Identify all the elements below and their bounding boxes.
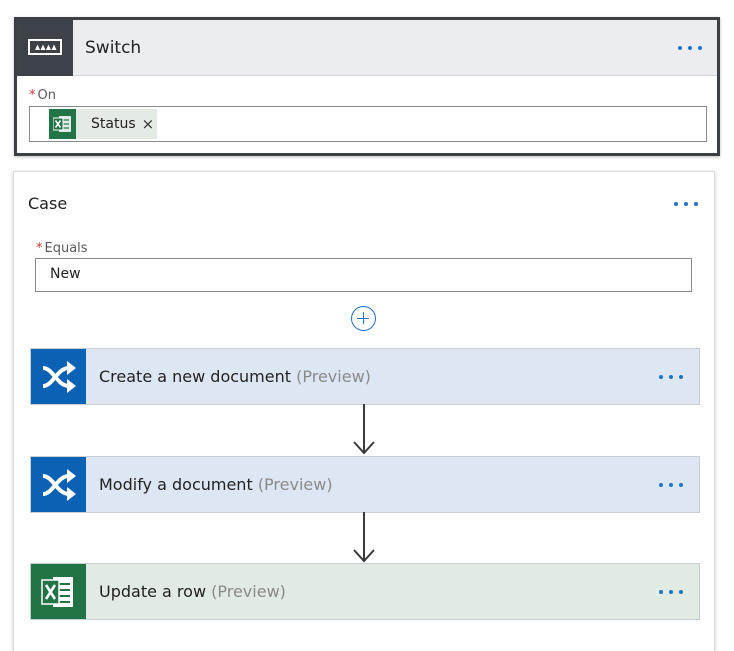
shuffle-connector-icon [31, 457, 86, 512]
shuffle-connector-icon [31, 349, 86, 404]
preview-tag: (Preview) [296, 367, 371, 386]
action-title-text: Update a row [99, 582, 207, 601]
action-title: Update a row (Preview) [99, 582, 286, 601]
action-more-options-icon[interactable] [657, 585, 687, 599]
action-more-options-icon[interactable] [657, 478, 687, 492]
remove-token-icon[interactable]: × [142, 116, 155, 132]
action-title: Modify a document (Preview) [99, 475, 333, 494]
switch-header[interactable]: Switch [17, 20, 717, 76]
required-mark: * [29, 88, 36, 103]
case-more-options-icon[interactable] [672, 197, 702, 211]
action-title-text: Create a new document [99, 367, 292, 386]
equals-input[interactable]: New [35, 258, 692, 292]
equals-label-text: Equals [44, 241, 88, 256]
switch-title: Switch [85, 38, 142, 58]
status-token[interactable]: Status × [49, 109, 157, 139]
action-more-options-icon[interactable] [657, 370, 687, 384]
switch-card: Switch * On Status × [14, 17, 720, 156]
action-title-text: Modify a document [99, 475, 253, 494]
preview-tag: (Preview) [257, 475, 333, 494]
switch-icon [17, 20, 73, 76]
on-field-label: * On [29, 88, 56, 103]
excel-icon [49, 109, 76, 139]
equals-field-label: * Equals [36, 241, 88, 256]
case-title: Case [28, 194, 68, 213]
action-create-document[interactable]: Create a new document (Preview) [30, 348, 700, 405]
action-update-row[interactable]: Update a row (Preview) [30, 563, 700, 620]
flow-arrow-icon [353, 404, 375, 455]
add-step-icon[interactable] [351, 306, 376, 331]
on-input[interactable]: Status × [29, 106, 707, 142]
required-mark: * [36, 241, 43, 256]
preview-tag: (Preview) [211, 582, 286, 601]
action-title: Create a new document (Preview) [99, 367, 371, 386]
status-token-label: Status [91, 116, 136, 132]
flow-arrow-icon [353, 512, 375, 563]
excel-icon [31, 564, 86, 619]
case-card: Case * Equals New Create a new document (… [13, 171, 715, 651]
action-modify-document[interactable]: Modify a document (Preview) [30, 456, 700, 513]
on-label-text: On [37, 88, 56, 103]
switch-more-options-icon[interactable] [676, 41, 706, 55]
